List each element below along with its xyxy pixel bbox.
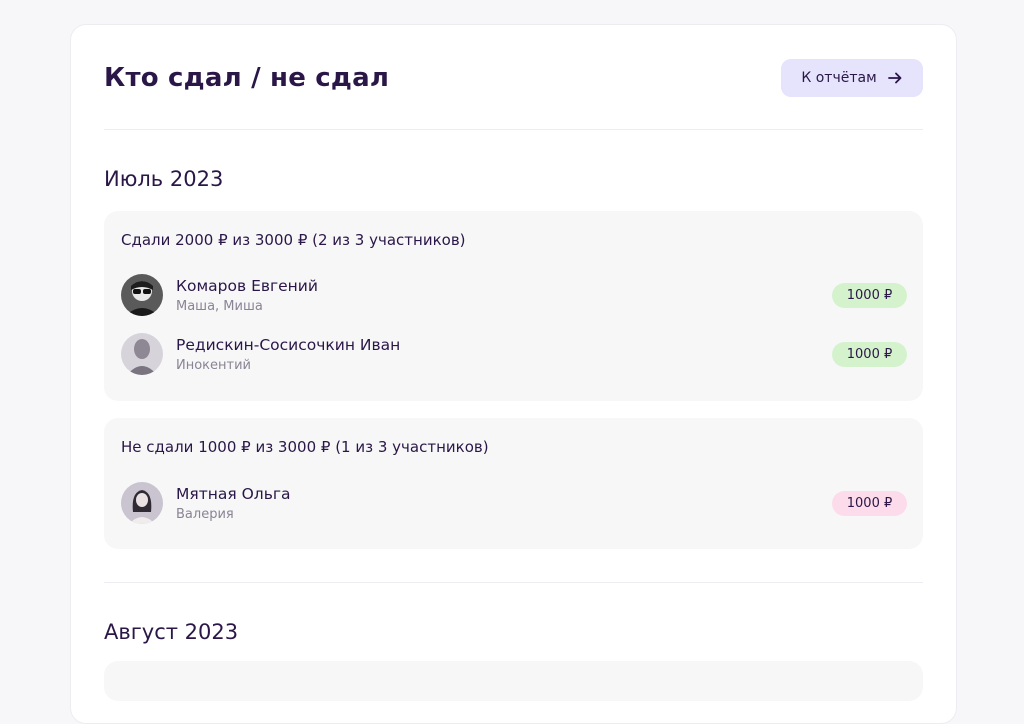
month-title: Август 2023 — [104, 620, 239, 644]
unpaid-amount-badge: 1000 ₽ — [832, 490, 907, 516]
person-children: Маша, Миша — [176, 298, 263, 314]
page-header: Кто сдал / не сдал К отчётам — [104, 59, 923, 97]
page-title: Кто сдал / не сдал — [104, 63, 390, 93]
unpaid-group-title: Не сдали 1000 ₽ из 3000 ₽ (1 из 3 участн… — [121, 438, 489, 456]
header-divider — [104, 129, 923, 130]
list-item[interactable]: Мятная Ольга Валерия 1000 ₽ — [121, 481, 907, 525]
month-title: Июль 2023 — [104, 167, 224, 191]
august-group — [104, 661, 923, 701]
unpaid-group: Не сдали 1000 ₽ из 3000 ₽ (1 из 3 участн… — [104, 418, 923, 549]
to-reports-label: К отчётам — [801, 70, 877, 86]
paid-amount-badge: 1000 ₽ — [832, 341, 907, 367]
avatar — [121, 274, 163, 316]
list-item[interactable]: Комаров Евгений Маша, Миша 1000 ₽ — [121, 273, 907, 317]
person-children: Инокентий — [176, 357, 251, 373]
person-children: Валерия — [176, 506, 234, 522]
person-name: Комаров Евгений — [176, 276, 318, 295]
person-name: Мятная Ольга — [176, 484, 291, 503]
paid-group-title: Сдали 2000 ₽ из 3000 ₽ (2 из 3 участнико… — [121, 231, 466, 249]
avatar — [121, 482, 163, 524]
paid-amount-badge: 1000 ₽ — [832, 282, 907, 308]
month-divider — [104, 582, 923, 583]
person-name: Редискин-Сосисочкин Иван — [176, 335, 401, 354]
report-card: Кто сдал / не сдал К отчётам Июль 2023 С… — [70, 24, 957, 724]
to-reports-button[interactable]: К отчётам — [781, 59, 923, 97]
paid-group: Сдали 2000 ₽ из 3000 ₽ (2 из 3 участнико… — [104, 211, 923, 401]
arrow-right-icon — [887, 72, 902, 84]
list-item[interactable]: Редискин-Сосисочкин Иван Инокентий 1000 … — [121, 332, 907, 376]
avatar — [121, 333, 163, 375]
